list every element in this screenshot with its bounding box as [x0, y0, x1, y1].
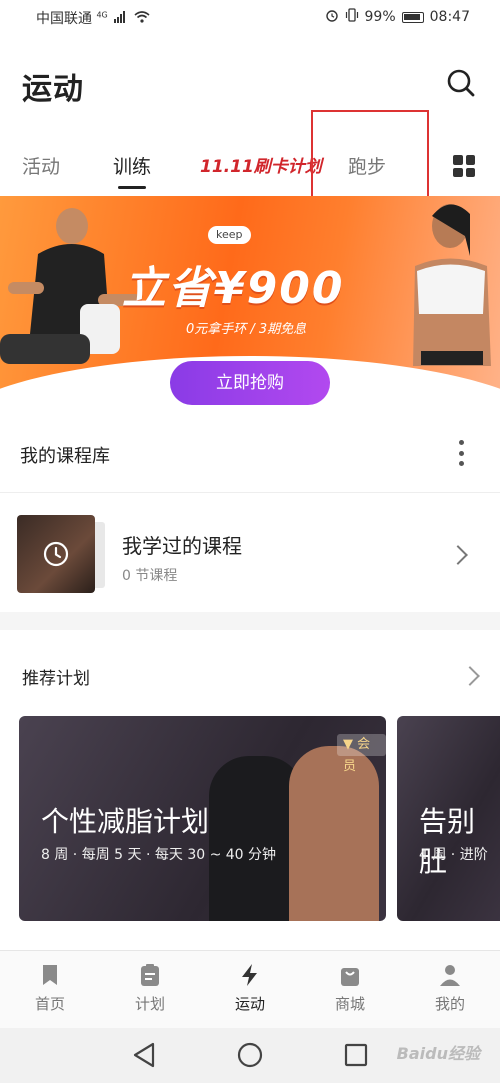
plan-card-title: 个性减脂计划: [41, 805, 210, 838]
nav-home[interactable]: 首页: [20, 963, 80, 1014]
learned-courses-title[interactable]: 我学过的课程: [122, 530, 242, 559]
page-title: 运动: [22, 72, 84, 107]
alarm-icon: [325, 8, 339, 26]
home-circle-icon[interactable]: [237, 1042, 263, 1068]
search-icon[interactable]: [446, 68, 476, 98]
status-bar: 中国联通 4G 99% 08:47: [0, 0, 500, 34]
buy-now-button[interactable]: 立即抢购: [170, 361, 330, 405]
grid-icon[interactable]: [453, 155, 475, 177]
nav-plan[interactable]: 计划: [120, 963, 180, 1014]
plan-card-subtitle: 8 周 · 每周 5 天 · 每天 30 ~ 40 分钟: [41, 847, 277, 863]
carrier-name: 中国联通: [36, 11, 92, 27]
bookmark-icon: [38, 963, 62, 987]
watermark-logo: Baidu经验: [396, 1044, 480, 1063]
tab-1111-plan[interactable]: 11.11刷卡计划: [200, 152, 322, 177]
chevron-right-icon[interactable]: [460, 666, 480, 686]
plan-card-fat-loss[interactable]: ▼ 会员 个性减脂计划 8 周 · 每周 5 天 · 每天 30 ~ 40 分钟: [19, 716, 386, 921]
plan-card-belly[interactable]: 告别肚 4 周 · 进阶: [397, 716, 500, 921]
shopping-bag-icon: [338, 963, 362, 987]
tab-activities[interactable]: 活动: [22, 152, 60, 179]
chevron-right-icon[interactable]: [448, 545, 468, 565]
bottom-nav: 首页 计划 运动 商城 我的: [0, 950, 500, 1029]
battery-icon: [401, 11, 424, 23]
clipboard-icon: [138, 963, 162, 987]
vip-badge: ▼ 会员: [337, 734, 386, 774]
plan-card-subtitle: 4 周 · 进阶: [419, 847, 488, 863]
nav-me[interactable]: 我的: [420, 963, 480, 1014]
athlete-woman-image: [289, 746, 379, 921]
learned-courses-count: 0 节课程: [122, 568, 178, 584]
back-icon[interactable]: [133, 1042, 155, 1068]
signal-icon: [114, 11, 126, 23]
tab-training[interactable]: 训练: [113, 152, 151, 179]
recommended-plans-title: 推荐计划: [22, 669, 90, 689]
course-library-title: 我的课程库: [20, 446, 110, 467]
network-type: 4G: [96, 10, 108, 20]
clock-icon: [42, 540, 70, 568]
wifi-icon: [134, 11, 150, 27]
keep-logo: keep: [208, 226, 251, 244]
plan-card-title: 告别肚: [419, 805, 476, 878]
divider: [0, 492, 500, 493]
vibrate-icon: [345, 8, 359, 26]
athlete-woman-image: [413, 204, 491, 366]
active-tab-indicator: [118, 186, 146, 189]
more-options-icon[interactable]: [456, 440, 466, 466]
nav-mall[interactable]: 商城: [320, 963, 380, 1014]
banner-headline: 立省¥900: [122, 263, 345, 314]
banner-subline: 0元拿手环 / 3期免息: [186, 322, 307, 337]
nav-sport[interactable]: 运动: [220, 963, 280, 1014]
lightning-icon: [238, 963, 262, 987]
clock-time: 08:47: [429, 9, 470, 25]
section-gap: [0, 612, 500, 630]
profile-icon: [438, 963, 462, 987]
recents-icon[interactable]: [344, 1043, 368, 1067]
battery-level: 99%: [364, 9, 396, 25]
promo-banner[interactable]: keep 立省¥900 0元拿手环 / 3期免息 立即抢购: [0, 196, 500, 414]
